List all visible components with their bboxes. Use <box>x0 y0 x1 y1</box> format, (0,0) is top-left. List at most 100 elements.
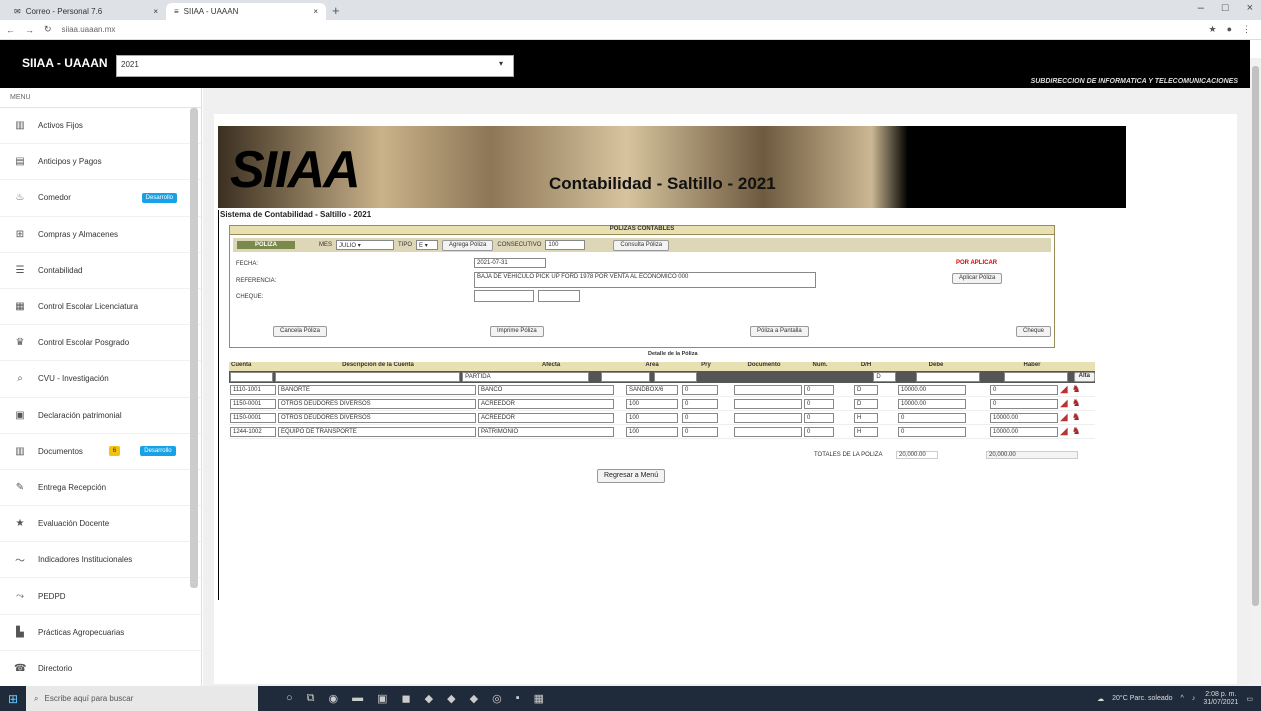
sidebar-scrollbar[interactable] <box>190 108 198 588</box>
sidebar-item-comedor[interactable]: ♨ Comedor Desarrollo <box>0 180 201 217</box>
filter-dh[interactable]: D <box>873 372 897 382</box>
cell-pry[interactable]: 0 <box>682 426 718 437</box>
sidebar-item-directorio[interactable]: ☎ Directorio <box>0 651 201 687</box>
filter-pry[interactable] <box>654 372 698 382</box>
notifications-icon[interactable]: ▭ <box>1246 695 1253 703</box>
cell-afecta[interactable]: ACREEDOR <box>478 412 614 423</box>
cell-haber[interactable]: 0 <box>990 384 1058 395</box>
consultar-poliza-button[interactable]: Consulta Póliza <box>613 239 670 251</box>
filter-area[interactable] <box>601 372 651 382</box>
imprime-poliza-button[interactable]: Imprime Póliza <box>490 326 544 337</box>
mes-select[interactable]: JULIO ▾ <box>336 240 395 250</box>
sidebar-item-entrega[interactable]: ✎ Entrega Recepción <box>0 470 201 507</box>
cortana-icon[interactable]: ○ <box>286 692 293 705</box>
windows-start-icon[interactable]: ⊞ <box>0 686 26 711</box>
app-icon[interactable]: ▦ <box>534 692 544 705</box>
tray-chevron-icon[interactable]: ^ <box>1181 695 1184 702</box>
cell-cuenta[interactable]: 1110-1001 <box>230 384 276 395</box>
edge-icon[interactable]: ◉ <box>329 692 339 705</box>
cell-afecta[interactable]: ACREEDOR <box>478 398 614 409</box>
filter-cuenta[interactable] <box>230 372 274 382</box>
tab-poliza[interactable]: POLIZA <box>237 241 295 249</box>
sidebar-item-control-posgrado[interactable]: ♛ Control Escolar Posgrado <box>0 325 201 362</box>
edit-icon[interactable]: ◢ <box>1060 412 1068 423</box>
sidebar-item-indicadores[interactable]: 〜 Indicadores Institucionales <box>0 542 201 579</box>
maximize-button[interactable]: □ <box>1222 2 1229 14</box>
url-field[interactable]: siiaa.uaaan.mx <box>62 25 116 34</box>
cell-descripcion[interactable]: OTROS DEUDORES DIVERSOS <box>278 412 476 423</box>
agregar-poliza-button[interactable]: Agrega Póliza <box>442 239 494 251</box>
store-icon[interactable]: ▣ <box>377 692 387 705</box>
clock[interactable]: 2:08 p. m. 31/07/2021 <box>1203 691 1238 707</box>
sidebar-item-contabilidad[interactable]: ☰ Contabilidad <box>0 253 201 289</box>
task-view-icon[interactable]: ⧉ <box>307 692 315 705</box>
sidebar-item-activos-fijos[interactable]: ▥ Activos Fijos <box>0 108 201 145</box>
cell-num[interactable]: 0 <box>804 398 834 409</box>
cell-documento[interactable] <box>734 384 802 395</box>
cell-pry[interactable]: 0 <box>682 398 718 409</box>
poliza-pantalla-button[interactable]: Póliza a Pantalla <box>750 326 809 337</box>
close-window-button[interactable]: × <box>1247 2 1253 14</box>
cell-cuenta[interactable]: 1150-0001 <box>230 398 276 409</box>
delete-icon[interactable]: ♞ <box>1072 426 1081 437</box>
edit-icon[interactable]: ◢ <box>1060 426 1068 437</box>
cell-area[interactable]: 100 <box>626 398 678 409</box>
sidebar-item-compras[interactable]: ⊞ Compras y Almacenes <box>0 217 201 253</box>
filter-descripcion[interactable] <box>275 372 461 382</box>
file-explorer-icon[interactable]: ▬ <box>352 692 363 705</box>
bookmark-star-icon[interactable]: ★ <box>1208 24 1216 35</box>
sidebar-item-documentos[interactable]: ▥ Documentos 6 Desarrollo <box>0 434 201 470</box>
back-icon[interactable]: ← <box>6 25 15 35</box>
close-tab-icon[interactable]: × <box>153 7 158 16</box>
minimize-button[interactable]: – <box>1198 2 1204 14</box>
referencia-field[interactable]: BAJA DE VEHICULO PICK UP FORD 1978 POR V… <box>474 272 816 288</box>
filter-debe[interactable] <box>916 372 980 382</box>
mail-icon[interactable]: ◼ <box>402 692 411 705</box>
chrome-icon[interactable]: ◎ <box>492 692 502 705</box>
cell-cuenta[interactable]: 1150-0001 <box>230 412 276 423</box>
close-tab-icon[interactable]: × <box>313 7 318 16</box>
cell-documento[interactable] <box>734 426 802 437</box>
cell-haber[interactable]: 0 <box>990 398 1058 409</box>
scrollbar-thumb[interactable] <box>1252 66 1259 606</box>
weather-text[interactable]: 20°C Parc. soleado <box>1112 695 1172 702</box>
speaker-icon[interactable]: ♪ <box>1192 695 1196 702</box>
app-icon[interactable]: ◆ <box>447 692 455 705</box>
app-icon[interactable]: ◆ <box>470 692 478 705</box>
col-pry[interactable]: Pry <box>679 362 731 371</box>
cell-debe[interactable]: 10000.00 <box>898 384 966 395</box>
cheque-button[interactable]: Cheque <box>1016 326 1052 337</box>
filter-afecta[interactable]: PARTIDA <box>462 372 590 382</box>
page-scrollbar[interactable] <box>1250 58 1261 686</box>
fecha-field[interactable]: 2021-07-31 <box>474 258 546 268</box>
sidebar-item-cvu[interactable]: ⌕ CVU - Investigación <box>0 361 201 398</box>
cell-num[interactable]: 0 <box>804 426 834 437</box>
sidebar-item-control-licenciatura[interactable]: ▦ Control Escolar Licenciatura <box>0 289 201 326</box>
word-icon[interactable]: ▪ <box>516 692 520 705</box>
taskbar-search[interactable]: ⌕ Escribe aquí para buscar <box>26 686 258 711</box>
sidebar-item-declaracion[interactable]: ▣ Declaración patrimonial <box>0 398 201 434</box>
cell-descripcion[interactable]: OTROS DEUDORES DIVERSOS <box>278 398 476 409</box>
app-icon[interactable]: ◆ <box>425 692 433 705</box>
cell-pry[interactable]: 0 <box>682 412 718 423</box>
cheque-number-field[interactable] <box>538 290 580 302</box>
browser-tab-siiaa[interactable]: ≡ SIIAA - UAAAN × <box>166 3 326 20</box>
cell-dh[interactable]: H <box>854 412 878 423</box>
menu-dots-icon[interactable]: ⋮ <box>1242 24 1251 35</box>
browser-tab-correo[interactable]: ✉ Correo - Personal 7.6 × <box>6 3 166 20</box>
sidebar-item-pedpd[interactable]: ⤳ PEDPD <box>0 578 201 615</box>
aplicar-poliza-button[interactable]: Aplicar Póliza <box>952 273 1003 284</box>
reload-icon[interactable]: ↻ <box>44 24 52 35</box>
cell-dh[interactable]: D <box>854 384 878 395</box>
regresar-menu-button[interactable]: Regresar a Menú <box>597 469 666 483</box>
delete-icon[interactable]: ♞ <box>1072 384 1081 395</box>
col-cuenta[interactable]: Cuenta <box>229 362 277 371</box>
new-tab-button[interactable]: + <box>332 3 340 18</box>
sidebar-item-evaluacion[interactable]: ★ Evaluación Docente <box>0 506 201 543</box>
cell-debe[interactable]: 10000.00 <box>898 398 966 409</box>
consecutivo-field[interactable]: 100 <box>545 240 586 250</box>
cell-dh[interactable]: D <box>854 398 878 409</box>
cheque-field[interactable] <box>474 290 534 302</box>
cell-area[interactable]: 100 <box>626 426 678 437</box>
edit-icon[interactable]: ◢ <box>1060 384 1068 395</box>
